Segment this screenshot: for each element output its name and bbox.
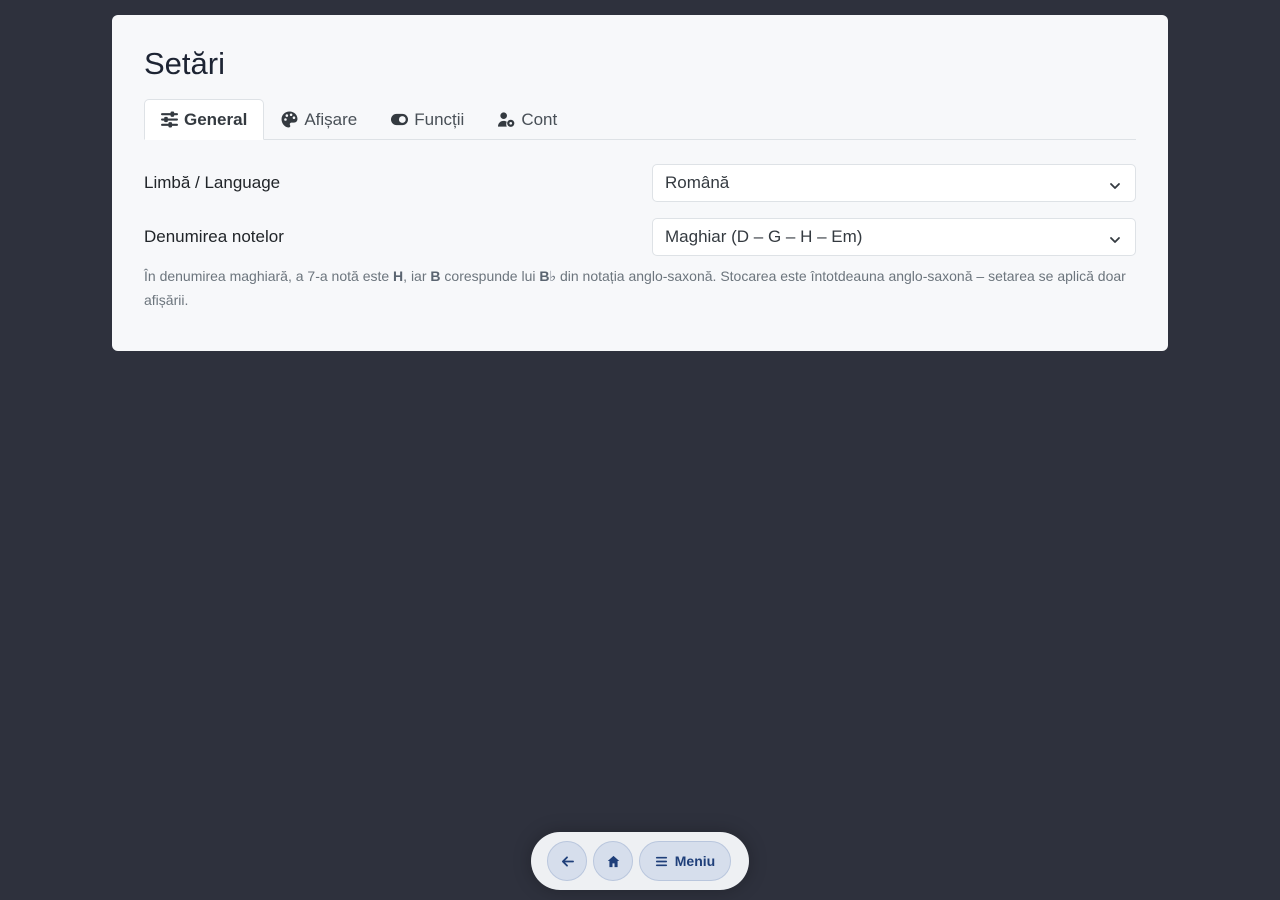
bottom-nav-bar: Meniu bbox=[531, 832, 749, 890]
home-icon bbox=[607, 855, 620, 868]
tab-features[interactable]: Funcții bbox=[374, 99, 481, 140]
note-naming-help-text: În denumirea maghiară, a 7-a notă este H… bbox=[144, 264, 1136, 312]
language-select-value: Română bbox=[665, 173, 730, 192]
help-bold-bflat: B♭ bbox=[539, 268, 557, 284]
chevron-down-icon bbox=[1109, 231, 1121, 243]
language-setting-row: Limbă / Language Română bbox=[144, 164, 1136, 202]
tab-label: Cont bbox=[521, 109, 558, 129]
user-gear-icon bbox=[498, 111, 515, 128]
help-text-part: , iar bbox=[403, 268, 431, 284]
language-label: Limbă / Language bbox=[144, 173, 281, 192]
settings-tabs: General Afișare Funcții Cont bbox=[144, 99, 1136, 140]
settings-card: Setări General Afișare Funcții Cont Limb… bbox=[112, 15, 1168, 351]
palette-icon bbox=[281, 111, 298, 128]
menu-label: Meniu bbox=[674, 853, 716, 869]
note-naming-select[interactable]: Maghiar (D – G – H – Em) bbox=[652, 218, 1136, 256]
home-button[interactable] bbox=[593, 841, 633, 881]
tab-label: General bbox=[184, 109, 248, 129]
sliders-icon bbox=[161, 111, 178, 128]
tab-display[interactable]: Afișare bbox=[264, 99, 374, 140]
bars-icon bbox=[655, 855, 668, 868]
arrow-left-icon bbox=[561, 855, 574, 868]
tab-account[interactable]: Cont bbox=[481, 99, 574, 140]
help-text-part: corespunde lui bbox=[440, 268, 540, 284]
tab-general[interactable]: General bbox=[144, 99, 265, 140]
note-naming-label: Denumirea notelor bbox=[144, 227, 284, 246]
tab-label: Funcții bbox=[414, 109, 465, 129]
help-text-part: În denumirea maghiară, a 7-a notă este bbox=[144, 268, 394, 284]
tab-label: Afișare bbox=[304, 109, 358, 129]
toggle-icon bbox=[391, 111, 409, 128]
note-naming-setting-row: Denumirea notelor Maghiar (D – G – H – E… bbox=[144, 218, 1136, 256]
page-title: Setări bbox=[144, 46, 225, 81]
chevron-down-icon bbox=[1109, 177, 1121, 189]
help-bold-b: B bbox=[430, 268, 441, 284]
back-button[interactable] bbox=[547, 841, 587, 881]
help-bold-h: H bbox=[393, 268, 404, 284]
note-naming-select-value: Maghiar (D – G – H – Em) bbox=[665, 227, 863, 246]
menu-button[interactable]: Meniu bbox=[639, 841, 731, 881]
language-select[interactable]: Română bbox=[652, 164, 1136, 202]
